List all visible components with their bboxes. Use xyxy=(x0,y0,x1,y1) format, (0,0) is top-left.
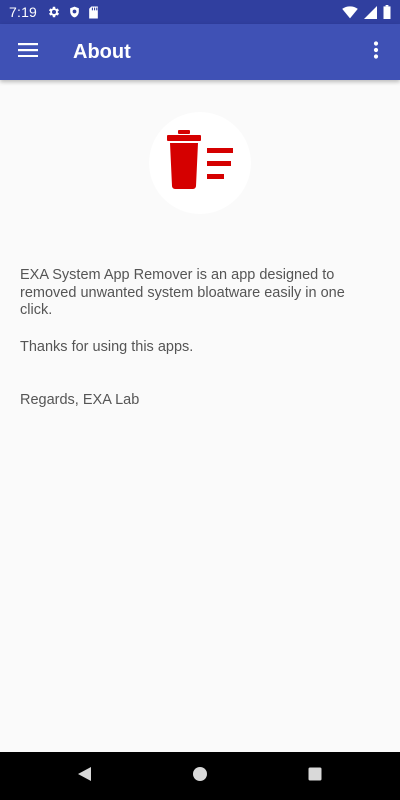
page-title: About xyxy=(73,41,131,63)
app-bar: About xyxy=(0,24,400,80)
more-vert-icon xyxy=(373,40,379,64)
recents-icon xyxy=(307,766,323,787)
settings-icon xyxy=(47,5,61,19)
shield-icon xyxy=(68,5,81,19)
system-nav-bar xyxy=(0,752,400,800)
back-button[interactable] xyxy=(72,764,96,788)
overflow-menu-button[interactable] xyxy=(360,36,392,68)
thanks-text: Thanks for using this apps. xyxy=(20,339,194,355)
status-bar: 7:19 xyxy=(0,0,400,24)
hamburger-menu-icon xyxy=(18,42,38,62)
app-description: EXA System App Remover is an app designe… xyxy=(20,267,345,318)
about-screen: 7:19 About EXA System App Remover is an … xyxy=(0,0,400,800)
wifi-icon xyxy=(342,5,358,19)
battery-icon xyxy=(383,5,391,19)
menu-button[interactable] xyxy=(12,36,44,68)
sd-card-icon xyxy=(88,6,99,19)
home-button[interactable] xyxy=(188,764,212,788)
home-icon xyxy=(192,766,208,787)
status-left-icons xyxy=(47,5,99,19)
signal-icon xyxy=(364,5,377,19)
regards-text: Regards, EXA Lab xyxy=(20,392,140,408)
status-time: 7:19 xyxy=(9,4,38,20)
back-icon xyxy=(76,766,92,787)
app-logo xyxy=(149,112,251,214)
recents-button[interactable] xyxy=(303,764,327,788)
status-right-icons xyxy=(342,5,391,19)
trash-list-icon xyxy=(163,129,237,197)
